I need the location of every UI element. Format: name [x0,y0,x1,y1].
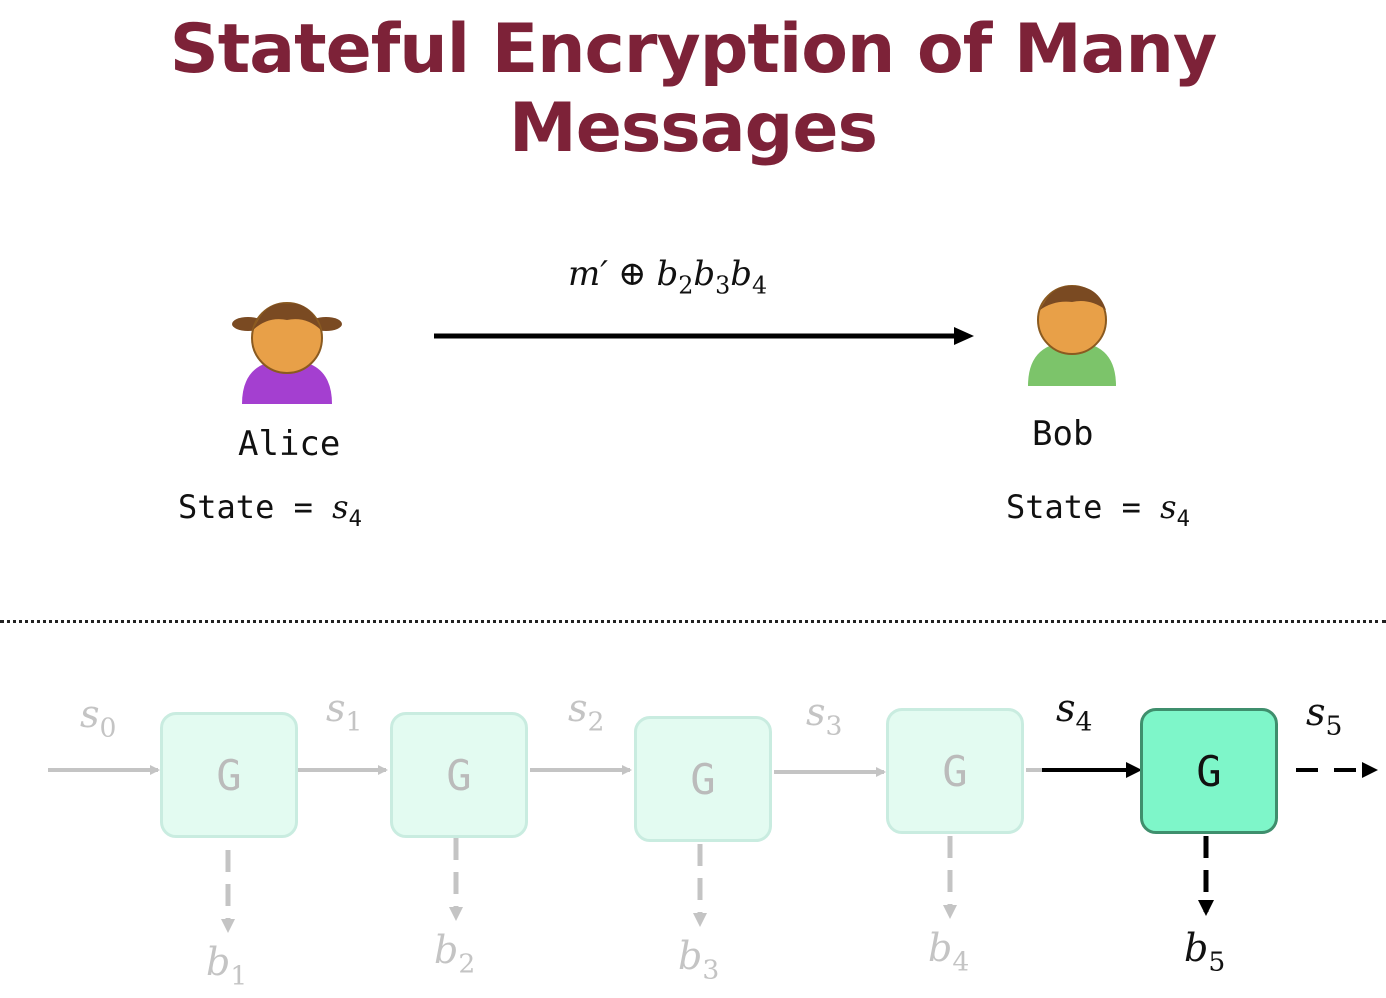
prg-box-active: G [1140,708,1278,834]
output-label-2: b3 [678,934,720,986]
prg-box-0: G [160,712,298,838]
prg-box-3: G [886,708,1024,834]
output-label-4: b5 [1184,926,1226,978]
state-label-4: s4 [1056,686,1093,738]
prg-chain-arrows [48,762,1378,933]
state-label-1: s1 [326,686,363,738]
state-label-0: s0 [80,692,117,744]
output-label-1: b2 [434,928,476,980]
prg-box-1: G [390,712,528,838]
state-label-5: s5 [1306,690,1343,742]
state-label-2: s2 [568,686,605,738]
output-label-3: b4 [928,926,970,978]
prg-box-2: G [634,716,772,842]
state-label-3: s3 [806,690,843,742]
output-label-0: b1 [206,940,248,992]
